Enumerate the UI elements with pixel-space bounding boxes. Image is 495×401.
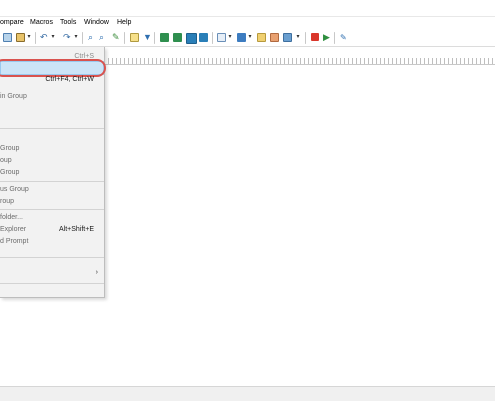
undo-dropdown-icon[interactable]: ▾	[51, 33, 55, 42]
template-dropdown-icon[interactable]: ▾	[296, 33, 300, 42]
replace-icon[interactable]: ⌕	[99, 33, 108, 42]
paste-icon[interactable]	[16, 33, 25, 42]
menu-item-roup[interactable]: roup	[0, 196, 104, 208]
menu-shortcut: Ctrl+F4, Ctrl+W	[45, 76, 94, 83]
menu-item-group[interactable]: Group	[0, 143, 104, 155]
redo-dropdown-icon[interactable]: ▾	[74, 33, 78, 42]
toolbar-separator	[35, 32, 36, 44]
menu-separator	[0, 257, 104, 258]
menu-compare[interactable]: ompare	[0, 19, 24, 26]
title-bar	[0, 0, 495, 17]
editor-area[interactable]	[104, 66, 495, 384]
compare-icon[interactable]	[199, 33, 208, 42]
menu-window[interactable]: Window	[84, 19, 109, 26]
menu-shortcut: Alt+Shift+E	[58, 226, 94, 233]
run-icon[interactable]: ✎	[340, 33, 349, 42]
menu-item-explorer[interactable]: Explorer Alt+Shift+E	[0, 224, 104, 236]
find-icon[interactable]: ⌕	[88, 33, 97, 42]
undo-icon[interactable]: ↶	[40, 33, 49, 42]
hex-mode-icon[interactable]	[173, 33, 182, 42]
copy-icon[interactable]	[3, 33, 12, 42]
find-in-files-icon[interactable]: ✎	[112, 33, 121, 42]
ruler-baseline	[104, 64, 495, 65]
menu-separator	[0, 283, 104, 284]
status-bar	[0, 386, 495, 401]
menu-item-group-2[interactable]: Group	[0, 167, 104, 179]
macro-icon[interactable]	[270, 33, 279, 42]
word-wrap-icon[interactable]	[186, 33, 197, 44]
toolbar-separator	[305, 32, 306, 44]
color-picker-dropdown-icon[interactable]: ▾	[248, 33, 252, 42]
menu-item-in-group[interactable]: in Group	[0, 91, 104, 103]
menu-item-command-prompt[interactable]: d Prompt	[0, 236, 104, 248]
spell-check-icon[interactable]	[217, 33, 226, 42]
paste-dropdown-icon[interactable]: ▾	[27, 33, 31, 42]
chevron-right-icon: ›	[95, 269, 98, 276]
menu-macros[interactable]: Macros	[30, 19, 53, 26]
color-picker-icon[interactable]	[237, 33, 246, 42]
filter-icon[interactable]: ▼	[143, 33, 152, 42]
toolbar: ▾ ↶ ▾ ↷ ▾ ⌕ ⌕ ✎ ▼ ▾ ▾ ▾ ▶ ✎	[0, 30, 495, 47]
toolbar-separator	[212, 32, 213, 44]
menu-item-close[interactable]: Ctrl+F4, Ctrl+W	[0, 74, 104, 86]
menu-separator	[0, 209, 104, 210]
menu-separator	[0, 181, 104, 182]
menu-bar: ompare Macros Tools Window Help	[0, 17, 495, 30]
spell-check-dropdown-icon[interactable]: ▾	[228, 33, 232, 42]
menu-tools[interactable]: Tools	[60, 19, 76, 26]
menu-help[interactable]: Help	[117, 19, 131, 26]
menu-item-submenu[interactable]: ›	[0, 268, 104, 280]
script-icon[interactable]	[257, 33, 266, 42]
menu-item-exit[interactable]	[0, 286, 104, 298]
highlight-icon[interactable]	[130, 33, 139, 42]
toolbar-separator	[154, 32, 155, 44]
redo-icon[interactable]: ↷	[63, 33, 72, 42]
stop-record-icon[interactable]	[311, 33, 319, 41]
column-mode-icon[interactable]	[160, 33, 169, 42]
menu-item-open-folder[interactable]: folder...	[0, 212, 104, 224]
play-macro-icon[interactable]: ▶	[323, 33, 332, 42]
file-menu-dropdown: Ctrl+S Ctrl+F4, Ctrl+W in Group Group ou…	[0, 47, 106, 298]
toolbar-separator	[82, 32, 83, 44]
menu-item-previous-group[interactable]: us Group	[0, 184, 104, 196]
template-icon[interactable]	[283, 33, 292, 42]
menu-item-oup[interactable]: oup	[0, 155, 104, 167]
toolbar-separator	[124, 32, 125, 44]
menu-separator	[0, 128, 104, 129]
toolbar-separator	[334, 32, 335, 44]
